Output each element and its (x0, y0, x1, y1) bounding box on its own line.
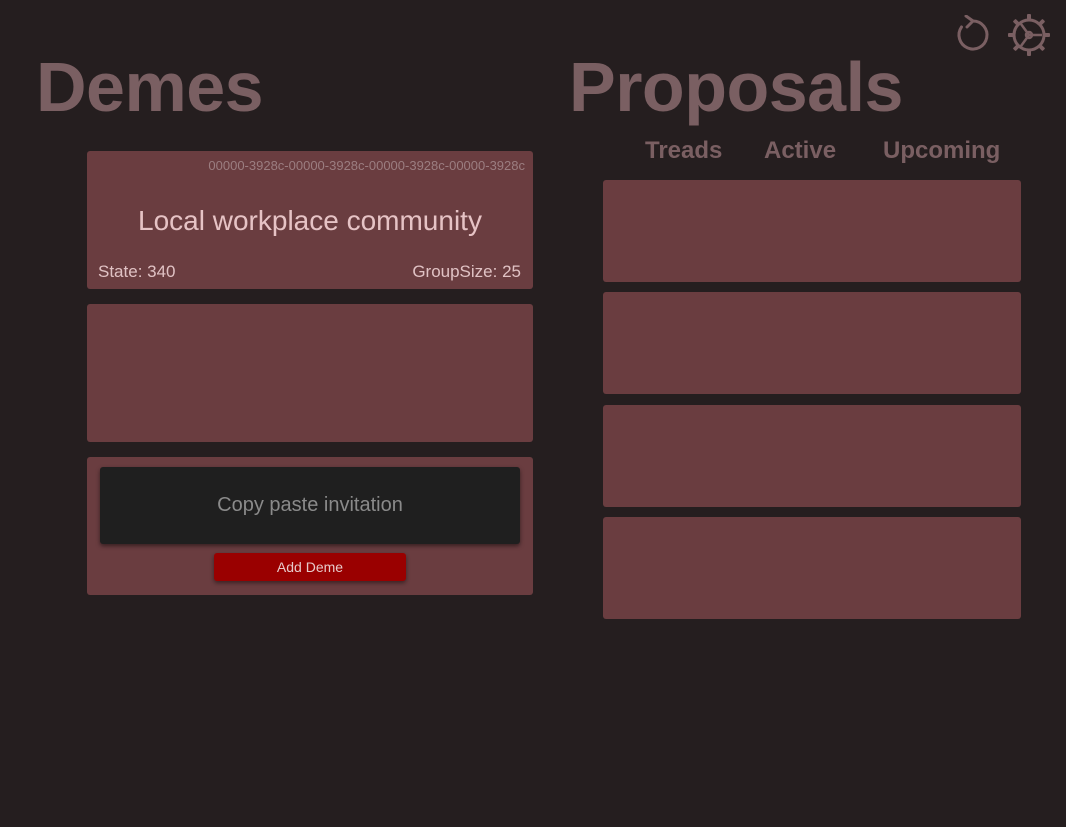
tab-upcoming[interactable]: Upcoming (883, 137, 1000, 165)
deme-state: State: 340 (98, 262, 176, 281)
tab-treads[interactable]: Treads (645, 137, 722, 165)
proposal-card[interactable] (603, 180, 1021, 282)
proposal-card[interactable] (603, 517, 1021, 619)
proposal-card[interactable] (603, 405, 1021, 507)
proposals-title: Proposals (569, 48, 903, 126)
tab-active[interactable]: Active (764, 137, 836, 165)
add-deme-panel: Add Deme (87, 457, 533, 595)
gear-icon (1007, 13, 1051, 62)
settings-button[interactable] (1006, 13, 1052, 62)
demes-title: Demes (36, 48, 264, 126)
deme-card-empty[interactable] (87, 304, 533, 442)
proposal-card[interactable] (603, 292, 1021, 394)
proposal-tabs: Treads Active Upcoming (0, 137, 1066, 167)
deme-card[interactable]: 00000-3928c-00000-3928c-00000-3928c-0000… (87, 151, 533, 289)
add-deme-button[interactable]: Add Deme (214, 553, 406, 581)
deme-group-size: GroupSize: 25 (412, 262, 521, 281)
invitation-input[interactable] (100, 467, 520, 544)
app-page: Demes Proposals 00000-3928c-00000-3928c-… (0, 0, 1066, 827)
deme-name: Local workplace community (138, 205, 482, 236)
refresh-icon (953, 14, 993, 60)
refresh-button[interactable] (950, 14, 996, 60)
